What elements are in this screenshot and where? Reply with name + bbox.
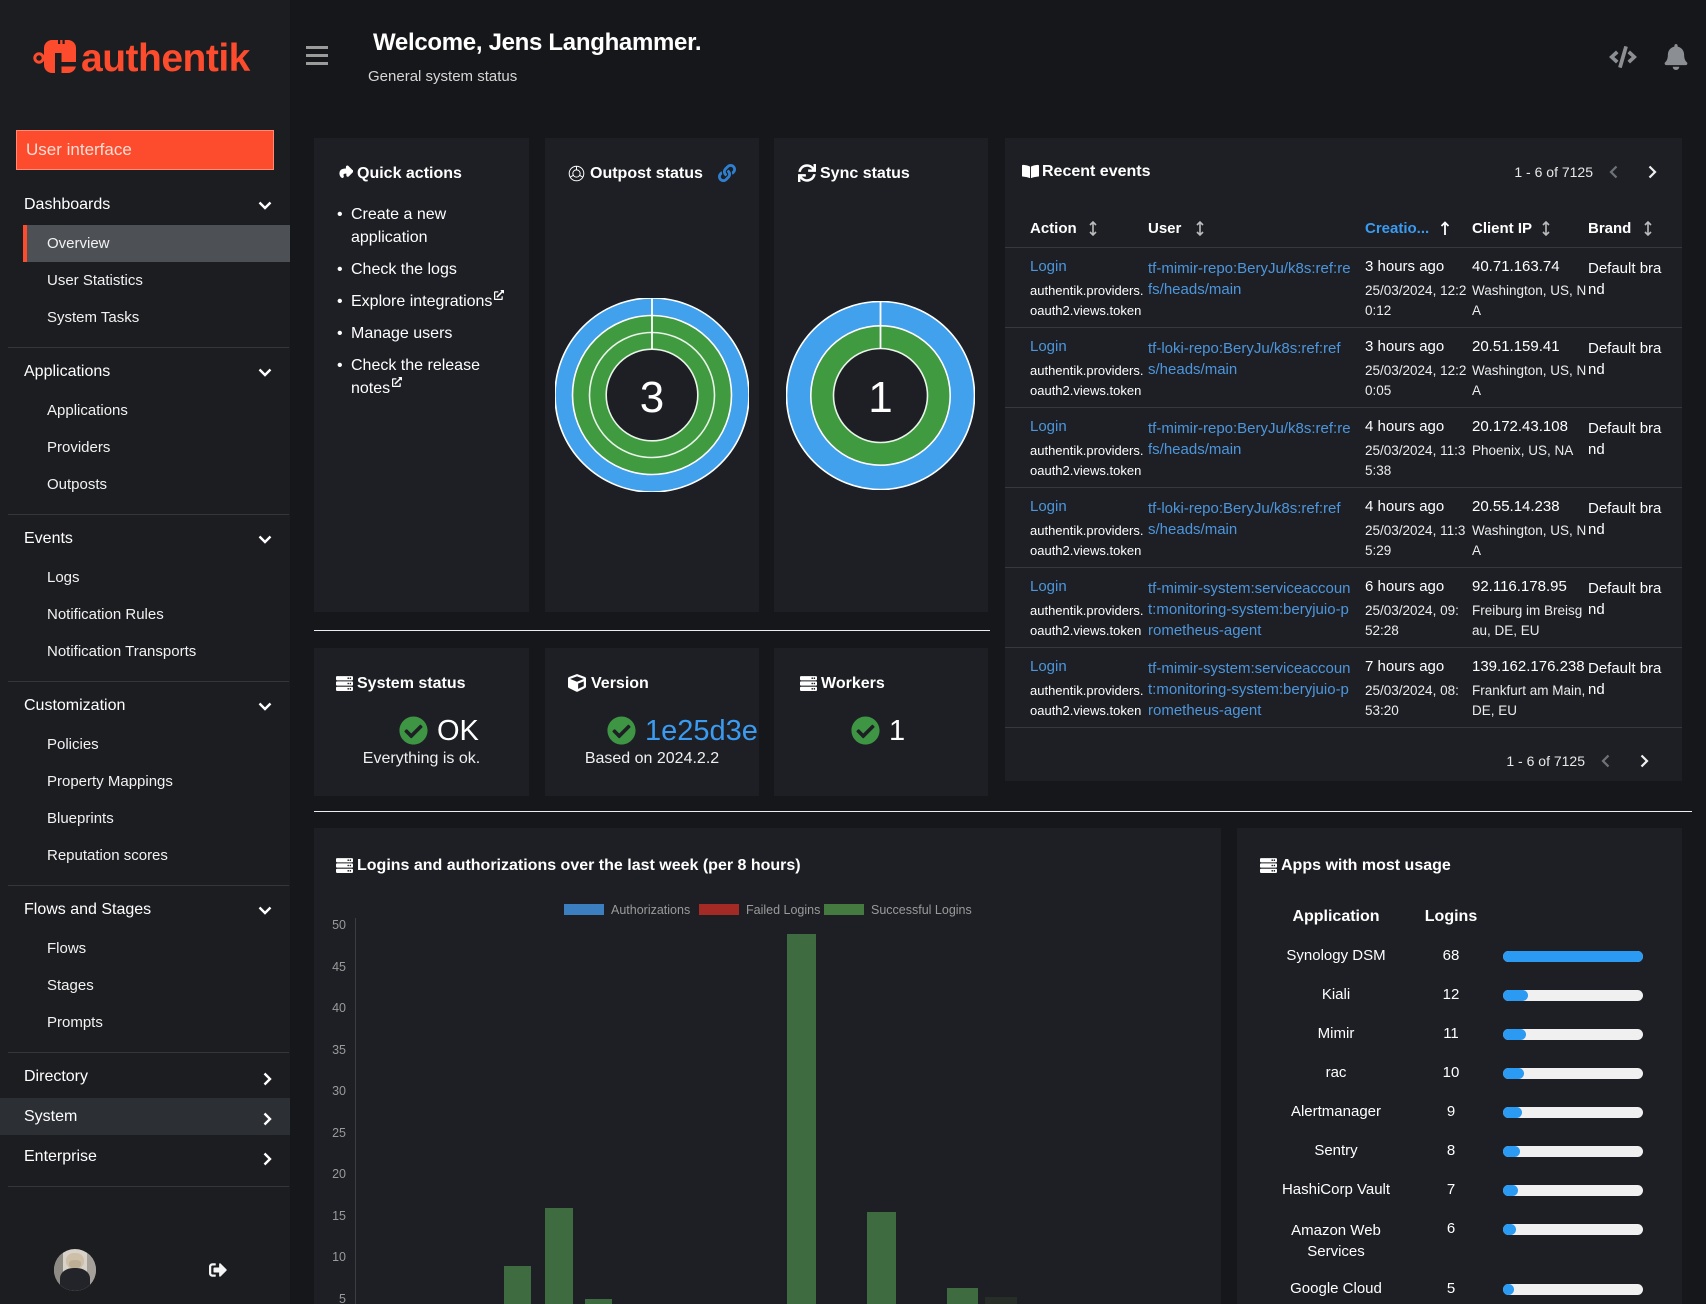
svg-text:authentik: authentik xyxy=(81,37,251,80)
